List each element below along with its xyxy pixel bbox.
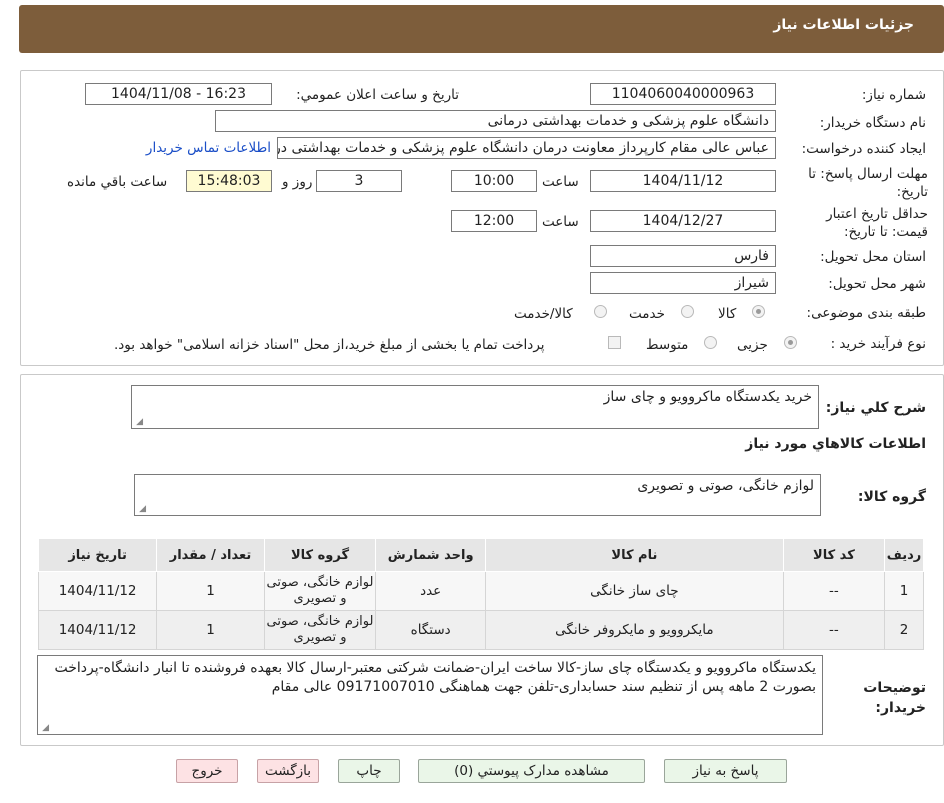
category-service-radio[interactable]	[681, 305, 694, 318]
purchase-minor-radio[interactable]	[784, 336, 797, 349]
col-unit: واحد شمارش	[375, 538, 487, 572]
treasury-note: پرداخت تمام يا بخشی از مبلغ خريد،از محل …	[114, 337, 545, 353]
province-field: فارس	[590, 245, 776, 267]
items-table: رديف کد کالا نام کالا واحد شمارش گروه کا…	[37, 538, 924, 650]
cell-qty: 1	[156, 610, 265, 650]
goods-group-text: لوازم خانگی، صوتی و تصویری	[637, 478, 814, 494]
requester-field: عباس عالی مقام کارپرداز معاونت درمان دان…	[277, 137, 776, 159]
validity-date-field: 1404/12/27	[590, 210, 776, 232]
col-date: تاريخ نياز	[37, 538, 158, 572]
goods-group-label: گروه کالا:	[857, 489, 926, 505]
purchase-minor-label: جزیی	[737, 337, 768, 353]
buyer-notes-textarea[interactable]: يکدستگاه ماکروويو و يکدستگاه چای ساز-کال…	[37, 655, 823, 735]
announce-datetime-field: 1404/11/08 - 16:23	[85, 83, 272, 105]
cell-row: 1	[884, 571, 924, 611]
goods-info-title: اطلاعات کالاهاي مورد نياز	[745, 436, 926, 452]
summary-text: خريد يکدستگاه ماکروويو و چای ساز	[603, 389, 812, 405]
category-service-label: خدمت	[629, 306, 665, 322]
cell-name: مايکروويو و مايکروفر خانگی	[485, 610, 784, 650]
cell-unit: دستگاه	[375, 610, 487, 650]
cell-code: --	[782, 571, 886, 611]
category-goods-service-label: کالا/خدمت	[514, 306, 573, 322]
table-header-row: رديف کد کالا نام کالا واحد شمارش گروه کا…	[37, 538, 924, 572]
cell-date: 1404/11/12	[37, 571, 158, 611]
deadline-label: مهلت ارسال پاسخ: تا تاریخ:	[808, 166, 928, 200]
cell-group: لوازم خانگی، صوتی و تصویری	[263, 610, 377, 650]
category-label: طبقه بندی موضوعی:	[806, 305, 926, 321]
goods-group-textarea[interactable]: لوازم خانگی، صوتی و تصویری ◢	[134, 474, 821, 516]
remaining-time-field: 15:48:03	[186, 170, 272, 192]
category-goods-service-radio[interactable]	[594, 305, 607, 318]
purchase-medium-radio[interactable]	[704, 336, 717, 349]
city-field: شيراز	[590, 272, 776, 294]
cell-name: چای ساز خانگی	[485, 571, 784, 611]
exit-button[interactable]: خروج	[176, 759, 238, 783]
need-number-label: شماره نیاز:	[861, 87, 926, 103]
col-code: کد کالا	[782, 538, 886, 572]
summary-textarea[interactable]: خريد يکدستگاه ماکروويو و چای ساز ◢	[131, 385, 819, 429]
deadline-date-field: 1404/11/12	[590, 170, 776, 192]
buyer-contact-link[interactable]: اطلاعات تماس خريدار	[146, 140, 271, 156]
col-name: نام کالا	[485, 538, 784, 572]
resize-grip-icon[interactable]: ◢	[41, 724, 49, 733]
resize-grip-icon[interactable]: ◢	[135, 418, 143, 427]
resize-grip-icon[interactable]: ◢	[138, 505, 146, 514]
city-label: شهر محل تحويل:	[828, 276, 926, 292]
col-qty: تعداد / مقدار	[156, 538, 265, 572]
cell-row: 2	[884, 610, 924, 650]
summary-label: شرح کلي نياز:	[825, 400, 926, 416]
deadline-time-label: ساعت	[542, 174, 579, 190]
validity-time-field: 12:00	[451, 210, 537, 232]
col-group: گروه کالا	[263, 538, 377, 572]
col-row: رديف	[884, 538, 924, 572]
cell-date: 1404/11/12	[37, 610, 158, 650]
cell-group: لوازم خانگی، صوتی و تصویری	[263, 571, 377, 611]
purchase-medium-label: متوسط	[646, 337, 689, 353]
requester-label: ايجاد کننده درخواست:	[801, 141, 926, 157]
buyer-org-label: نام دستگاه خريدار:	[819, 115, 926, 131]
print-button[interactable]: چاپ	[338, 759, 400, 783]
buyer-org-field: دانشگاه علوم پزشکی و خدمات بهداشتی درمان…	[215, 110, 776, 132]
table-row: 2 -- مايکروويو و مايکروفر خانگی دستگاه ل…	[37, 610, 924, 650]
validity-time-label: ساعت	[542, 214, 579, 230]
remaining-label: ساعت باقي مانده	[67, 174, 168, 190]
cell-unit: عدد	[375, 571, 487, 611]
announce-label: تاریخ و ساعت اعلان عمومي:	[296, 87, 459, 103]
back-button[interactable]: بازگشت	[257, 759, 319, 783]
buyer-notes-text: يکدستگاه ماکروويو و يکدستگاه چای ساز-کال…	[54, 660, 816, 695]
days-label: روز و	[282, 174, 313, 190]
cell-code: --	[782, 610, 886, 650]
buyer-notes-label: توضيحات خريدار:	[863, 680, 926, 716]
treasury-checkbox[interactable]	[608, 336, 621, 349]
reply-button[interactable]: پاسخ به نياز	[664, 759, 787, 783]
page-title: جزئیات اطلاعات نیاز	[773, 17, 914, 33]
cell-qty: 1	[156, 571, 265, 611]
purchase-type-label: نوع فرآیند خرید :	[830, 336, 926, 352]
table-row: 1 -- چای ساز خانگی عدد لوازم خانگی، صوتی…	[37, 571, 924, 611]
category-goods-label: کالا	[718, 306, 737, 322]
validity-label: حداقل تاریخ اعتبار قیمت: تا تاریخ:	[826, 206, 928, 240]
deadline-time-field: 10:00	[451, 170, 537, 192]
province-label: استان محل تحويل:	[820, 249, 926, 265]
need-number-field: 1104060040000963	[590, 83, 776, 105]
view-attachments-button[interactable]: مشاهده مدارک پيوستي (0)	[418, 759, 645, 783]
days-remaining-field: 3	[316, 170, 402, 192]
category-goods-radio[interactable]	[752, 305, 765, 318]
